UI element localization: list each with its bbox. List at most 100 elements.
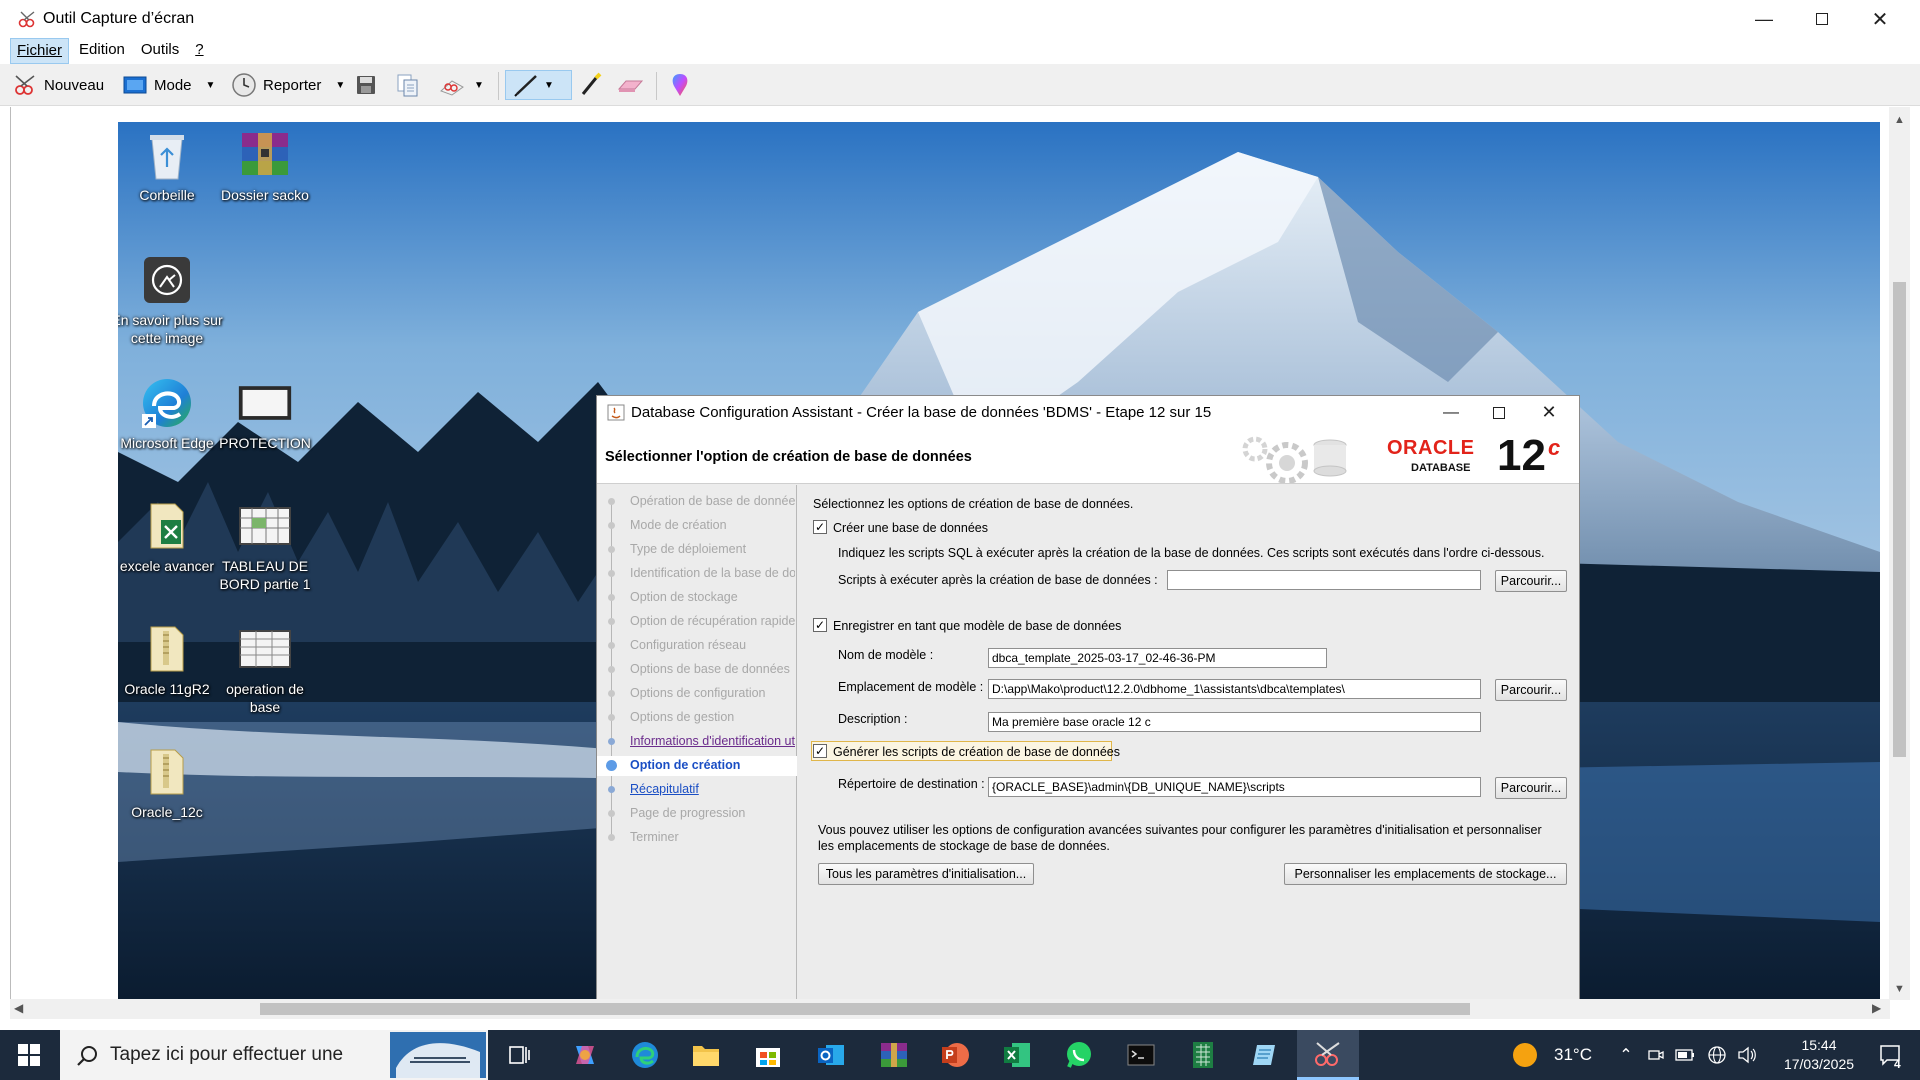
tray-chevron-up-icon[interactable]: ⌃ <box>1614 1030 1638 1080</box>
menu-edition[interactable]: Edition <box>73 38 131 64</box>
step-marker-icon <box>608 690 615 697</box>
desktop-icon-tableau-de-bord[interactable]: TABLEAU DE BORD partie 1 <box>209 499 321 593</box>
step-item: Options de gestion <box>630 710 735 724</box>
highlighter-button[interactable] <box>578 70 604 100</box>
eraser-button[interactable] <box>616 70 644 100</box>
volume-icon[interactable] <box>1734 1030 1760 1080</box>
init-params-button[interactable]: Tous les paramètres d'initialisation... <box>818 863 1034 885</box>
taskbar-clock[interactable]: 15:44 17/03/2025 <box>1774 1036 1864 1074</box>
taskbar-outlook[interactable] <box>806 1030 856 1080</box>
weather-widget[interactable] <box>1510 1030 1540 1080</box>
mode-button[interactable]: Mode ▼ <box>122 70 215 100</box>
new-snip-icon <box>15 75 35 95</box>
chevron-down-icon[interactable]: ▼ <box>206 80 216 91</box>
taskbar-edge[interactable] <box>620 1030 670 1080</box>
horizontal-scrollbar[interactable]: ◀ ▶ <box>10 999 1890 1019</box>
dbca-minimize-button[interactable]: — <box>1427 396 1475 429</box>
taskbar-excel[interactable] <box>992 1030 1042 1080</box>
desktop-icon-edge[interactable]: Microsoft Edge <box>118 376 223 452</box>
scroll-left-icon[interactable]: ◀ <box>14 1001 23 1015</box>
scrollbar-thumb[interactable] <box>1893 282 1906 757</box>
desktop-icon-oracle-12c[interactable]: Oracle_12c <box>118 745 223 821</box>
scroll-down-icon[interactable]: ▼ <box>1894 983 1905 995</box>
maximize-icon <box>1816 13 1828 25</box>
desktop-icon-oracle-11gr2[interactable]: Oracle 11gR2 <box>118 622 223 698</box>
eraser-icon <box>617 80 644 92</box>
desktop-icon-operation-de-base[interactable]: operation de base <box>209 622 321 716</box>
browse-dest-button[interactable]: Parcourir... <box>1495 777 1567 799</box>
taskbar-file-explorer[interactable] <box>681 1030 731 1080</box>
template-location-input[interactable]: D:\app\Mako\product\12.2.0\dbhome_1\assi… <box>988 679 1481 699</box>
template-name-input[interactable]: dbca_template_2025-03-17_02-46-36-PM <box>988 648 1327 668</box>
browse-scripts-button[interactable]: Parcourir... <box>1495 570 1567 592</box>
step-item: Page de progression <box>630 806 746 820</box>
mode-icon <box>123 76 147 94</box>
notepad-icon <box>1253 1045 1275 1065</box>
maximize-button[interactable] <box>1793 0 1851 38</box>
step-item[interactable]: Informations d'identification utilisateu… <box>630 734 795 748</box>
step-item: Options de base de données <box>630 662 790 676</box>
close-button[interactable]: ✕ <box>1851 0 1909 38</box>
save-template-checkbox[interactable]: ✓ <box>813 618 827 632</box>
pen-button[interactable]: ▼ <box>505 70 572 100</box>
step-item: Type de déploiement <box>630 542 747 556</box>
step-item[interactable]: Option de création <box>630 758 795 772</box>
clock-icon <box>232 73 256 97</box>
desktop-icon-protection[interactable]: PROTECTION <box>209 376 321 452</box>
step-item[interactable]: Récapitulatif <box>630 782 795 796</box>
delay-button[interactable]: Reporter ▼ <box>231 70 345 100</box>
chevron-down-icon[interactable]: ▼ <box>474 80 484 91</box>
step-marker-icon <box>608 618 615 625</box>
new-button[interactable]: Nouveau <box>12 70 104 100</box>
powerpoint-icon <box>942 1043 969 1067</box>
desktop-icon-recycle-bin[interactable]: Corbeille <box>118 128 223 204</box>
network-globe-icon[interactable] <box>1704 1030 1730 1080</box>
taskbar-copilot[interactable] <box>560 1030 610 1080</box>
vertical-scrollbar[interactable]: ▲ ▼ <box>1889 107 1910 1000</box>
taskbar-store[interactable] <box>743 1030 793 1080</box>
scripts-input[interactable] <box>1167 570 1481 590</box>
dbca-maximize-button[interactable] <box>1475 396 1523 429</box>
chevron-down-icon[interactable]: ▼ <box>335 80 345 91</box>
taskbar-terminal[interactable] <box>1116 1030 1166 1080</box>
terminal-icon <box>1127 1044 1155 1066</box>
notification-button[interactable]: 4 <box>1868 1030 1912 1080</box>
taskbar-winrar[interactable] <box>869 1030 919 1080</box>
start-button[interactable] <box>0 1030 58 1080</box>
scrollbar-thumb[interactable] <box>260 1003 1470 1015</box>
copy-button[interactable] <box>395 70 421 100</box>
camera-icon[interactable] <box>1644 1030 1668 1080</box>
create-db-checkbox[interactable]: ✓ <box>813 520 827 534</box>
desktop-icon-label: excele avancer <box>119 558 215 574</box>
menu-outils[interactable]: Outils <box>135 38 185 64</box>
taskbar-whatsapp[interactable] <box>1054 1030 1104 1080</box>
save-button[interactable] <box>354 70 378 100</box>
menu-help[interactable]: ? <box>189 38 209 64</box>
taskbar-notepad[interactable] <box>1240 1030 1290 1080</box>
browse-template-button[interactable]: Parcourir... <box>1495 679 1567 701</box>
task-view-button[interactable] <box>500 1030 540 1080</box>
customize-storage-button[interactable]: Personnaliser les emplacements de stocka… <box>1284 863 1567 885</box>
shortcut-icon <box>237 376 293 430</box>
taskbar-search-box[interactable]: Tapez ici pour effectuer une <box>60 1030 488 1080</box>
scroll-up-icon[interactable]: ▲ <box>1894 114 1905 126</box>
battery-icon[interactable] <box>1672 1030 1698 1080</box>
send-button[interactable]: ▼ <box>438 70 484 100</box>
weather-temp[interactable]: 31°C <box>1546 1030 1600 1080</box>
desktop-icon-spotlight[interactable]: En savoir plus sur cette image <box>118 253 223 347</box>
desktop-icon-excele-avancer[interactable]: excele avancer <box>118 499 223 575</box>
paint3d-button[interactable] <box>668 70 692 100</box>
desktop-icon-dossier-sacko[interactable]: Dossier sacko <box>209 128 321 204</box>
minimize-button[interactable]: — <box>1735 0 1793 38</box>
taskbar-powerpoint[interactable] <box>930 1030 980 1080</box>
dest-dir-input[interactable]: {ORACLE_BASE}\admin\{DB_UNIQUE_NAME}\scr… <box>988 777 1481 797</box>
taskbar-snipping-tool[interactable] <box>1297 1030 1359 1080</box>
chevron-down-icon[interactable]: ▼ <box>544 80 554 91</box>
description-input[interactable]: Ma première base oracle 12 c <box>988 712 1481 732</box>
gen-scripts-checkbox[interactable]: ✓ <box>813 744 827 758</box>
menu-fichier[interactable]: Fichier <box>10 38 70 64</box>
scroll-right-icon[interactable]: ▶ <box>1872 1001 1881 1015</box>
taskbar-excel-file[interactable] <box>1178 1030 1228 1080</box>
dbca-close-button[interactable]: ✕ <box>1525 396 1573 429</box>
oracle-logo: ORACLE DATABASE 12 c <box>1387 431 1572 481</box>
